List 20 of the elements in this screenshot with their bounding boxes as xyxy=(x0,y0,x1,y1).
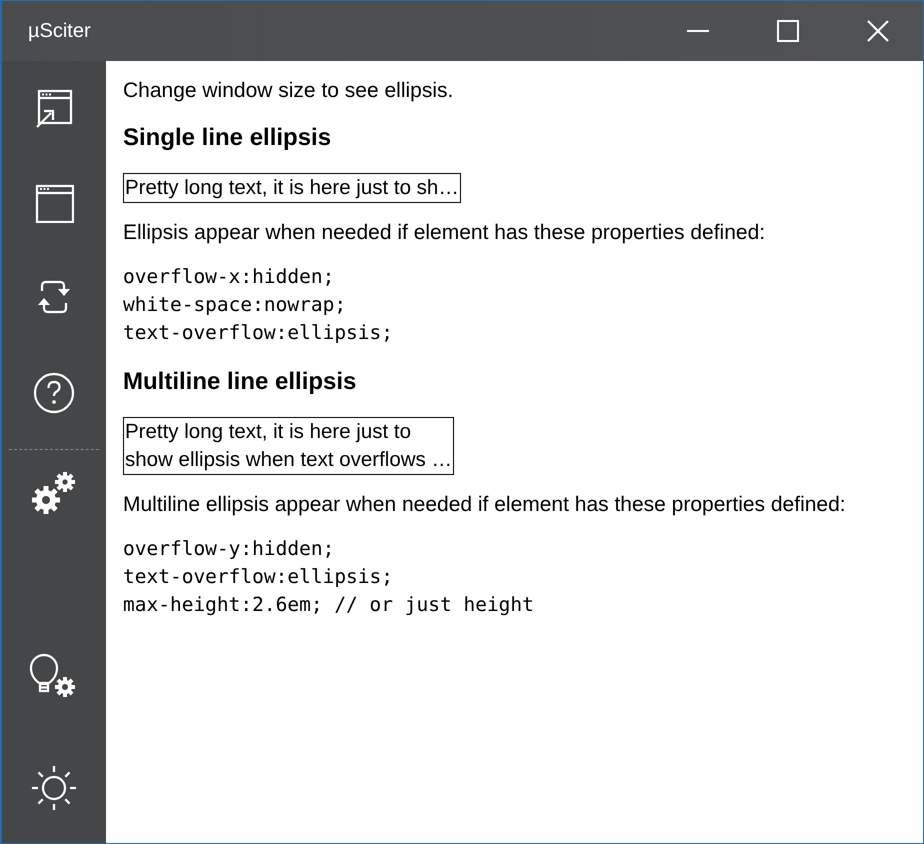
section-heading: Single line ellipsis xyxy=(123,123,332,153)
ellipsis-text-box: Pretty long text, it is here just to sh… xyxy=(123,173,461,203)
help-icon[interactable] xyxy=(32,371,76,415)
code-line: overflow-y:hidden; xyxy=(123,536,336,562)
window-title: µSciter xyxy=(28,20,92,42)
ellipsis-text-box: Pretty long text, it is here just to show ellipsis when text overflows … xyxy=(123,417,454,475)
code-line: text-overflow:ellipsis; xyxy=(123,320,394,346)
maximize-icon[interactable] xyxy=(777,20,799,42)
paragraph: Ellipsis appear when needed if element has these properties defined: xyxy=(123,220,766,246)
paragraph: Multiline ellipsis appear when needed if element has these properties defined: xyxy=(123,492,847,518)
code-line: overflow-x:hidden; xyxy=(123,264,336,290)
window-launch-icon[interactable] xyxy=(34,89,74,129)
code-line: text-overflow:ellipsis; xyxy=(123,564,394,590)
window-icon[interactable] xyxy=(34,183,74,223)
code-line: white-space:nowrap; xyxy=(123,292,348,318)
code-line: max-height:2.6em; // or just height xyxy=(123,592,535,618)
paragraph: Change window size to see ellipsis. xyxy=(123,78,454,104)
section-heading: Multiline line ellipsis xyxy=(123,367,358,397)
close-icon[interactable] xyxy=(867,20,889,42)
sun-icon[interactable] xyxy=(29,763,79,813)
